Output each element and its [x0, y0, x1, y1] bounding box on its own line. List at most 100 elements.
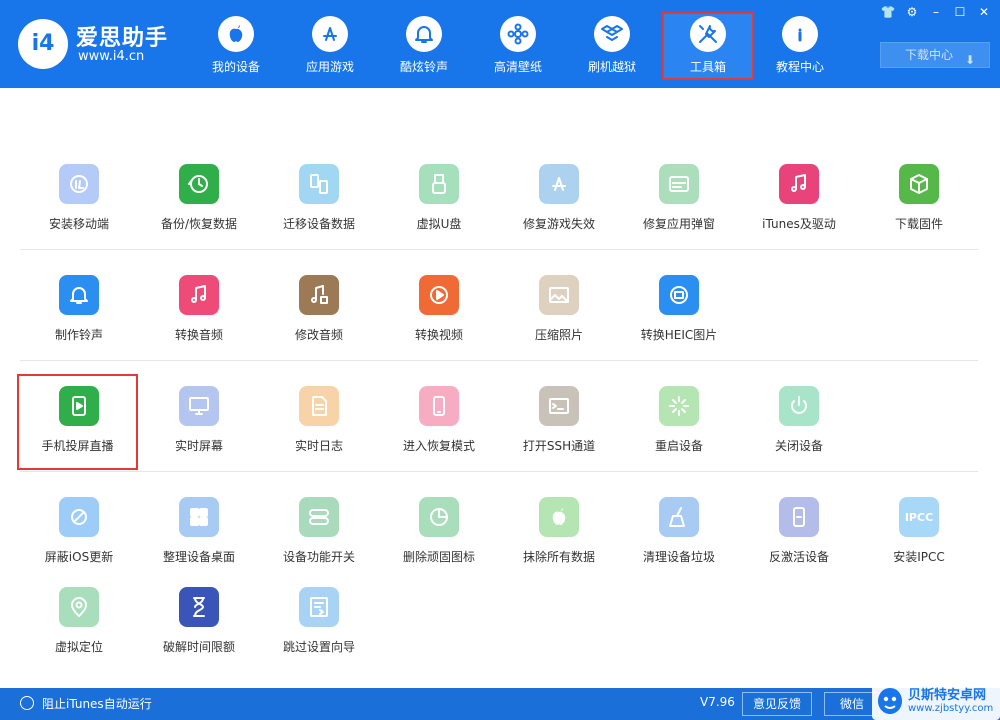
- tool-loading[interactable]: 重启设备: [619, 380, 739, 460]
- grid-icon: [179, 497, 219, 537]
- location-pin-icon: [59, 587, 99, 627]
- itunes-autorun-label[interactable]: 阻止iTunes自动运行: [42, 695, 152, 712]
- dropbox-box-icon: [594, 16, 630, 52]
- tool-toggle[interactable]: 设备功能开关: [259, 491, 379, 571]
- tool-label: 关闭设备: [774, 439, 823, 453]
- tool-clock-restore[interactable]: 备份/恢复数据: [139, 158, 259, 238]
- window-controls: 👕 ⚙ – ☐ ✕: [878, 4, 994, 20]
- nav-tab-1[interactable]: 我的设备: [190, 12, 282, 80]
- tool-phone-transfer[interactable]: 迁移设备数据: [259, 158, 379, 238]
- tool-location-pin[interactable]: 虚拟定位: [19, 581, 139, 661]
- version-label: V7.96: [700, 695, 735, 709]
- tool-skip-setup[interactable]: 跳过设置向导: [259, 581, 379, 661]
- nav-tab-5[interactable]: 刷机越狱: [566, 12, 658, 80]
- tool-label: 迁移设备数据: [282, 217, 355, 231]
- skip-setup-icon: [299, 587, 339, 627]
- tool-music-note[interactable]: 转换音频: [139, 269, 259, 349]
- tool-label: 实时屏幕: [174, 439, 223, 453]
- watermark-title: 贝斯特安卓网: [908, 688, 987, 703]
- tool-label: 压缩照片: [534, 328, 583, 342]
- tool-label: 跳过设置向导: [282, 640, 355, 654]
- tool-label: 重启设备: [654, 439, 703, 453]
- nav-tab-label: 酷炫铃声: [399, 60, 448, 74]
- tool-label: iTunes及驱动: [762, 217, 836, 231]
- tool-music-edit[interactable]: 修改音频: [259, 269, 379, 349]
- tool-power[interactable]: 关闭设备: [739, 380, 859, 460]
- close-icon[interactable]: ✕: [974, 4, 994, 20]
- toolbox-grid: 安装移动端 备份/恢复数据 迁移设备数据 虚拟U盘 修复游戏失效 修复应用弹窗 iTunes…: [0, 88, 1000, 688]
- broom-icon: [659, 497, 699, 537]
- download-center-button[interactable]: 下载中心 ⬇: [880, 42, 990, 68]
- tool-label: 删除顽固图标: [402, 550, 475, 564]
- tool-label: 破解时间限额: [162, 640, 235, 654]
- tool-app-store[interactable]: 修复游戏失效: [499, 158, 619, 238]
- app-logo: i4 爱思助手 www.i4.cn: [18, 16, 178, 72]
- tool-phone-unlock[interactable]: 反激活设备: [739, 491, 859, 571]
- tool-ipcc[interactable]: IPCC 安装IPCC: [859, 491, 979, 571]
- feedback-button[interactable]: 意见反馈: [742, 692, 812, 716]
- tool-broom[interactable]: 清理设备垃圾: [619, 491, 739, 571]
- itunes-autorun-radio[interactable]: [20, 696, 34, 710]
- music-note-icon: [179, 275, 219, 315]
- nav-tab-7[interactable]: 教程中心: [754, 12, 846, 80]
- maximize-icon[interactable]: ☐: [950, 4, 970, 20]
- tool-label: 转换HEIC图片: [640, 328, 718, 342]
- nav-tab-label: 应用游戏: [305, 60, 354, 74]
- pie-icon: [419, 497, 459, 537]
- nav-tab-6[interactable]: 工具箱: [662, 12, 754, 80]
- tool-gear-block[interactable]: 屏蔽iOS更新: [19, 491, 139, 571]
- heic-photo-icon: [659, 275, 699, 315]
- phone-play-icon: [59, 386, 99, 426]
- nav-tab-label: 工具箱: [689, 60, 726, 74]
- tool-terminal[interactable]: 打开SSH通道: [499, 380, 619, 460]
- app-title: 爱思助手: [76, 26, 169, 51]
- tool-document[interactable]: 实时日志: [259, 380, 379, 460]
- tool-cube[interactable]: 下载固件: [859, 158, 979, 238]
- tool-label: 转换视频: [414, 328, 463, 342]
- tool-monitor[interactable]: 实时屏幕: [139, 380, 259, 460]
- nav-tab-3[interactable]: 酷炫铃声: [378, 12, 470, 80]
- tool-label: 下载固件: [894, 217, 943, 231]
- nav-tab-4[interactable]: 高清壁纸: [472, 12, 564, 80]
- tool-label: 设备功能开关: [282, 550, 355, 564]
- tool-photo[interactable]: 压缩照片: [499, 269, 619, 349]
- power-icon: [779, 386, 819, 426]
- tool-i4-logo[interactable]: 安装移动端: [19, 158, 139, 238]
- tool-label: 抹除所有数据: [522, 550, 595, 564]
- tool-heic-photo[interactable]: 转换HEIC图片: [619, 269, 739, 349]
- tool-phone-play[interactable]: 手机投屏直播: [17, 374, 138, 470]
- shirt-icon[interactable]: 👕: [878, 4, 898, 20]
- tool-apple[interactable]: 抹除所有数据: [499, 491, 619, 571]
- phone-transfer-icon: [299, 164, 339, 204]
- tool-pie[interactable]: 删除顽固图标: [379, 491, 499, 571]
- nav-tab-2[interactable]: 应用游戏: [284, 12, 376, 80]
- wrench-screwdriver-icon: [690, 16, 726, 52]
- watermark: 贝斯特安卓网 www.zjbstyy.com: [872, 682, 1000, 720]
- tool-apple-id[interactable]: 修复应用弹窗: [619, 158, 739, 238]
- tool-phone[interactable]: 进入恢复模式: [379, 380, 499, 460]
- tool-label: 备份/恢复数据: [160, 217, 238, 231]
- row-divider: [20, 249, 978, 250]
- tool-label: 修复游戏失效: [522, 217, 595, 231]
- play-icon: [419, 275, 459, 315]
- gear-icon[interactable]: ⚙: [902, 4, 922, 20]
- tool-label: 安装IPCC: [893, 550, 945, 564]
- bell-icon: [406, 16, 442, 52]
- status-bar: 阻止iTunes自动运行 V7.96 意见反馈 微信: [0, 688, 1000, 720]
- flower-icon: [500, 16, 536, 52]
- tool-label: 屏蔽iOS更新: [44, 550, 114, 564]
- i4-logo-icon: i4: [18, 19, 68, 69]
- tool-bell-plus[interactable]: 制作铃声: [19, 269, 139, 349]
- music-gear-icon: [779, 164, 819, 204]
- tool-usb[interactable]: 虚拟U盘: [379, 158, 499, 238]
- tool-grid[interactable]: 整理设备桌面: [139, 491, 259, 571]
- tool-label: 修复应用弹窗: [642, 217, 715, 231]
- app-store-icon: [539, 164, 579, 204]
- tool-hourglass[interactable]: 破解时间限额: [139, 581, 259, 661]
- tool-play[interactable]: 转换视频: [379, 269, 499, 349]
- bell-plus-icon: [59, 275, 99, 315]
- tool-label: 修改音频: [294, 328, 343, 342]
- minimize-icon[interactable]: –: [926, 4, 946, 20]
- tool-music-gear[interactable]: iTunes及驱动: [739, 158, 859, 238]
- tool-label: 进入恢复模式: [402, 439, 475, 453]
